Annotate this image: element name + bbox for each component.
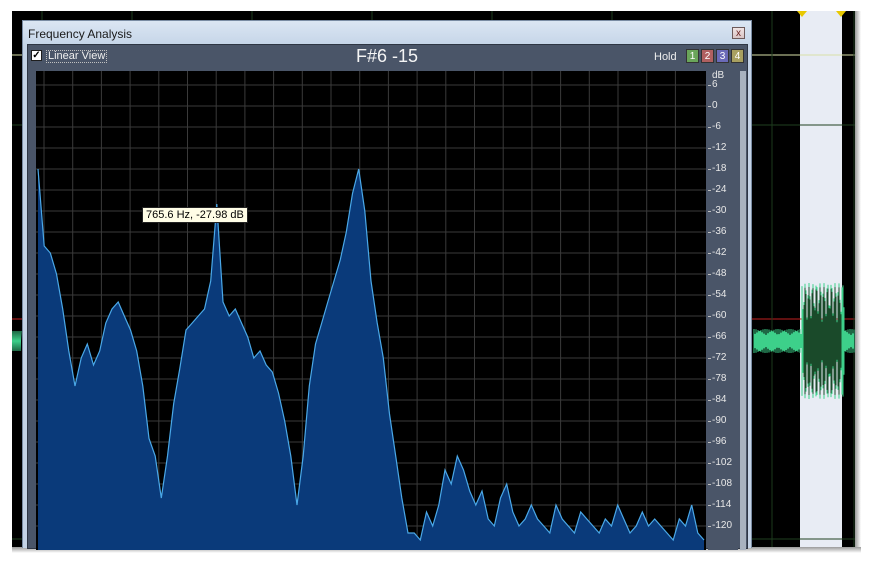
hold-button-2[interactable]: 2 [701, 49, 714, 63]
db-tick-mark [708, 442, 711, 443]
db-tick-label: -72 [712, 352, 727, 363]
db-tick-mark [708, 421, 711, 422]
close-button[interactable]: x [732, 27, 745, 39]
db-tick-mark [708, 211, 711, 212]
note-display: F#6 -15 [356, 46, 419, 66]
db-tick-label: -90 [712, 415, 727, 426]
db-tick-label: -12 [712, 142, 727, 153]
db-tick-mark [708, 295, 711, 296]
db-tick-mark [708, 337, 711, 338]
db-tick-label: -48 [712, 268, 727, 279]
db-tick-label: -114 [712, 499, 732, 510]
db-tick-label: -54 [712, 289, 727, 300]
vertical-scrollbar[interactable] [740, 71, 746, 550]
window-titlebar[interactable]: Frequency Analysis x [23, 21, 751, 45]
db-tick-mark [708, 484, 711, 485]
spectrum-plot[interactable] [36, 71, 706, 550]
window-title: Frequency Analysis [28, 27, 133, 41]
linear-view-checkbox[interactable]: ✓ [31, 50, 42, 61]
db-tick-label: -84 [712, 394, 727, 405]
db-tick-mark [708, 127, 711, 128]
db-tick-label: -6 [712, 121, 721, 132]
window-shadow-right [855, 11, 861, 551]
hold-button-4[interactable]: 4 [731, 49, 744, 63]
db-tick-mark [708, 190, 711, 191]
analysis-panel: ✓ Linear View F#6 -15 Hold 1 2 3 4 dB 6 0-… [27, 44, 748, 550]
db-tick-mark [708, 274, 711, 275]
linear-view-label[interactable]: Linear View [46, 50, 108, 63]
db-tick-label: -120 [712, 520, 733, 531]
waveform-left [12, 330, 22, 352]
db-tick-mark [708, 232, 711, 233]
db-tick-label: 0 [712, 100, 718, 111]
hold-label: Hold [654, 51, 677, 63]
db-tick-mark [708, 463, 711, 464]
db-tick-label: -78 [712, 373, 727, 384]
db-tick-mark [708, 379, 711, 380]
db-tick-label: -102 [712, 457, 733, 468]
hold-button-3[interactable]: 3 [716, 49, 729, 63]
db-tick-label: -42 [712, 247, 727, 258]
db-tick-label: -108 [712, 478, 733, 489]
db-tick-label: -24 [712, 184, 727, 195]
db-tick-mark [708, 253, 711, 254]
db-tick-mark [708, 505, 711, 506]
db-tick-mark [708, 400, 711, 401]
db-tick-label: -30 [712, 205, 727, 216]
db-tick-mark [708, 358, 711, 359]
db-tick-mark [708, 169, 711, 170]
db-tick-mark [708, 148, 711, 149]
db-tick-label: -36 [712, 226, 727, 237]
hold-button-1[interactable]: 1 [686, 49, 699, 63]
frequency-analysis-window: Frequency Analysis x ✓ Linear View F#6 -… [22, 20, 752, 550]
db-tick-mark [708, 85, 711, 86]
db-tick-label: -18 [712, 163, 727, 174]
waveform-selected [803, 287, 842, 395]
db-tick-label: 6 [712, 79, 718, 90]
db-tick-mark [708, 316, 711, 317]
cursor-readout-tooltip: 765.6 Hz, -27.98 dB [142, 207, 248, 223]
db-tick-label: -96 [712, 436, 727, 447]
db-tick-mark [708, 526, 711, 527]
db-tick-mark [708, 106, 711, 107]
db-tick-label: -60 [712, 310, 727, 321]
analysis-toolbar: ✓ Linear View F#6 -15 Hold 1 2 3 4 [28, 45, 747, 67]
db-scale: dB 6 0 -6 -12 -18 -24 -30 -36 -42 -48 -54 -60 -66 -72-… [708, 70, 738, 550]
spectrum-chart [36, 71, 706, 550]
db-tick-label: -66 [712, 331, 727, 342]
